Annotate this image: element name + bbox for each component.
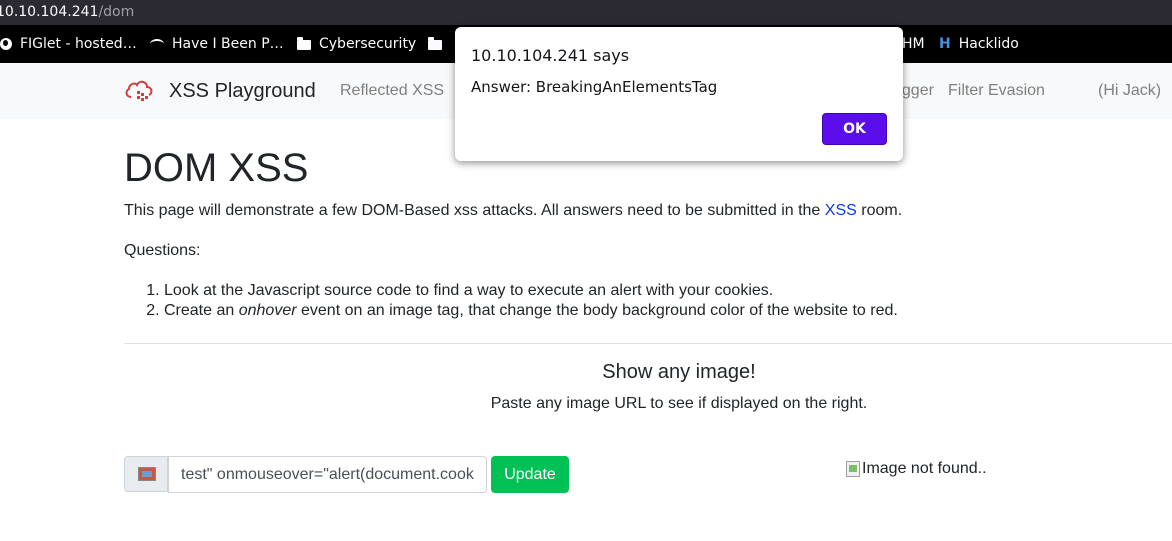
brand-name[interactable]: XSS Playground — [169, 77, 316, 105]
bookmark-label: HM — [902, 36, 925, 52]
hacklido-icon: H — [939, 36, 951, 52]
mask-icon — [150, 39, 164, 49]
nav-reflected-xss[interactable]: Reflected XSS — [340, 79, 444, 103]
question-2: Create an onhover event on an image tag,… — [164, 301, 898, 321]
page-title: DOM XSS — [124, 146, 309, 190]
bookmark-label: Cybersecurity — [319, 36, 417, 52]
show-image-title: Show any image! — [602, 361, 756, 383]
dialog-title: 10.10.104.241 says — [471, 46, 630, 65]
question-2-after: event on an image tag, that change the b… — [296, 302, 898, 319]
nav-filter-evasion[interactable]: Filter Evasion — [948, 79, 1045, 103]
intro-after: room. — [856, 202, 903, 219]
bookmark-label: Have I Been P… — [172, 36, 284, 52]
broken-image-alt: Image not found.. — [862, 460, 987, 477]
image-addon — [124, 456, 168, 492]
show-image-subtitle: Paste any image URL to see if displayed … — [490, 395, 868, 412]
ok-button[interactable]: OK — [822, 113, 887, 145]
nav-user-greeting[interactable]: (Hi Jack) — [1098, 79, 1161, 103]
question-2-before: Create an — [164, 302, 239, 319]
questions-list: Look at the Javascript source code to fi… — [124, 281, 898, 321]
bookmark-thm[interactable]: HM — [902, 25, 925, 63]
intro-text: This page will demonstrate a few DOM-Bas… — [124, 201, 902, 221]
bookmark-figlet[interactable]: FIGlet - hosted… — [0, 25, 137, 63]
questions-label: Questions: — [124, 242, 201, 259]
bookmark-label: Hacklido — [958, 36, 1019, 52]
alert-dialog: 10.10.104.241 says Answer: BreakingAnEle… — [455, 27, 903, 161]
bookmark-label: FIGlet - hosted… — [20, 36, 137, 52]
broken-image: Image not found.. — [846, 459, 987, 479]
divider — [124, 343, 1172, 344]
folder-icon — [297, 37, 311, 50]
bookmark-haveibeenpwned[interactable]: Have I Been P… — [150, 25, 284, 63]
bookmark-hacklido[interactable]: H Hacklido — [939, 25, 1019, 63]
image-url-input[interactable] — [168, 456, 487, 493]
url-bar[interactable]: 10.10.104.241/dom — [0, 0, 1172, 25]
url-host: 10.10.104.241 — [0, 4, 99, 20]
image-icon — [138, 467, 156, 481]
url-path: /dom — [98, 4, 135, 20]
globe-icon — [0, 38, 12, 50]
dialog-message: Answer: BreakingAnElementsTag — [471, 78, 718, 96]
xss-room-link[interactable]: XSS — [825, 202, 857, 219]
intro-before: This page will demonstrate a few DOM-Bas… — [124, 202, 825, 219]
bookmark-folder[interactable] — [428, 25, 450, 63]
bookmark-cybersecurity[interactable]: Cybersecurity — [297, 25, 416, 63]
question-1: Look at the Javascript source code to fi… — [164, 281, 898, 301]
cloud-logo-icon — [125, 80, 153, 101]
question-2-emphasis: onhover — [238, 302, 297, 319]
broken-image-icon — [846, 461, 860, 477]
update-button[interactable]: Update — [491, 456, 569, 493]
folder-icon — [428, 37, 442, 50]
